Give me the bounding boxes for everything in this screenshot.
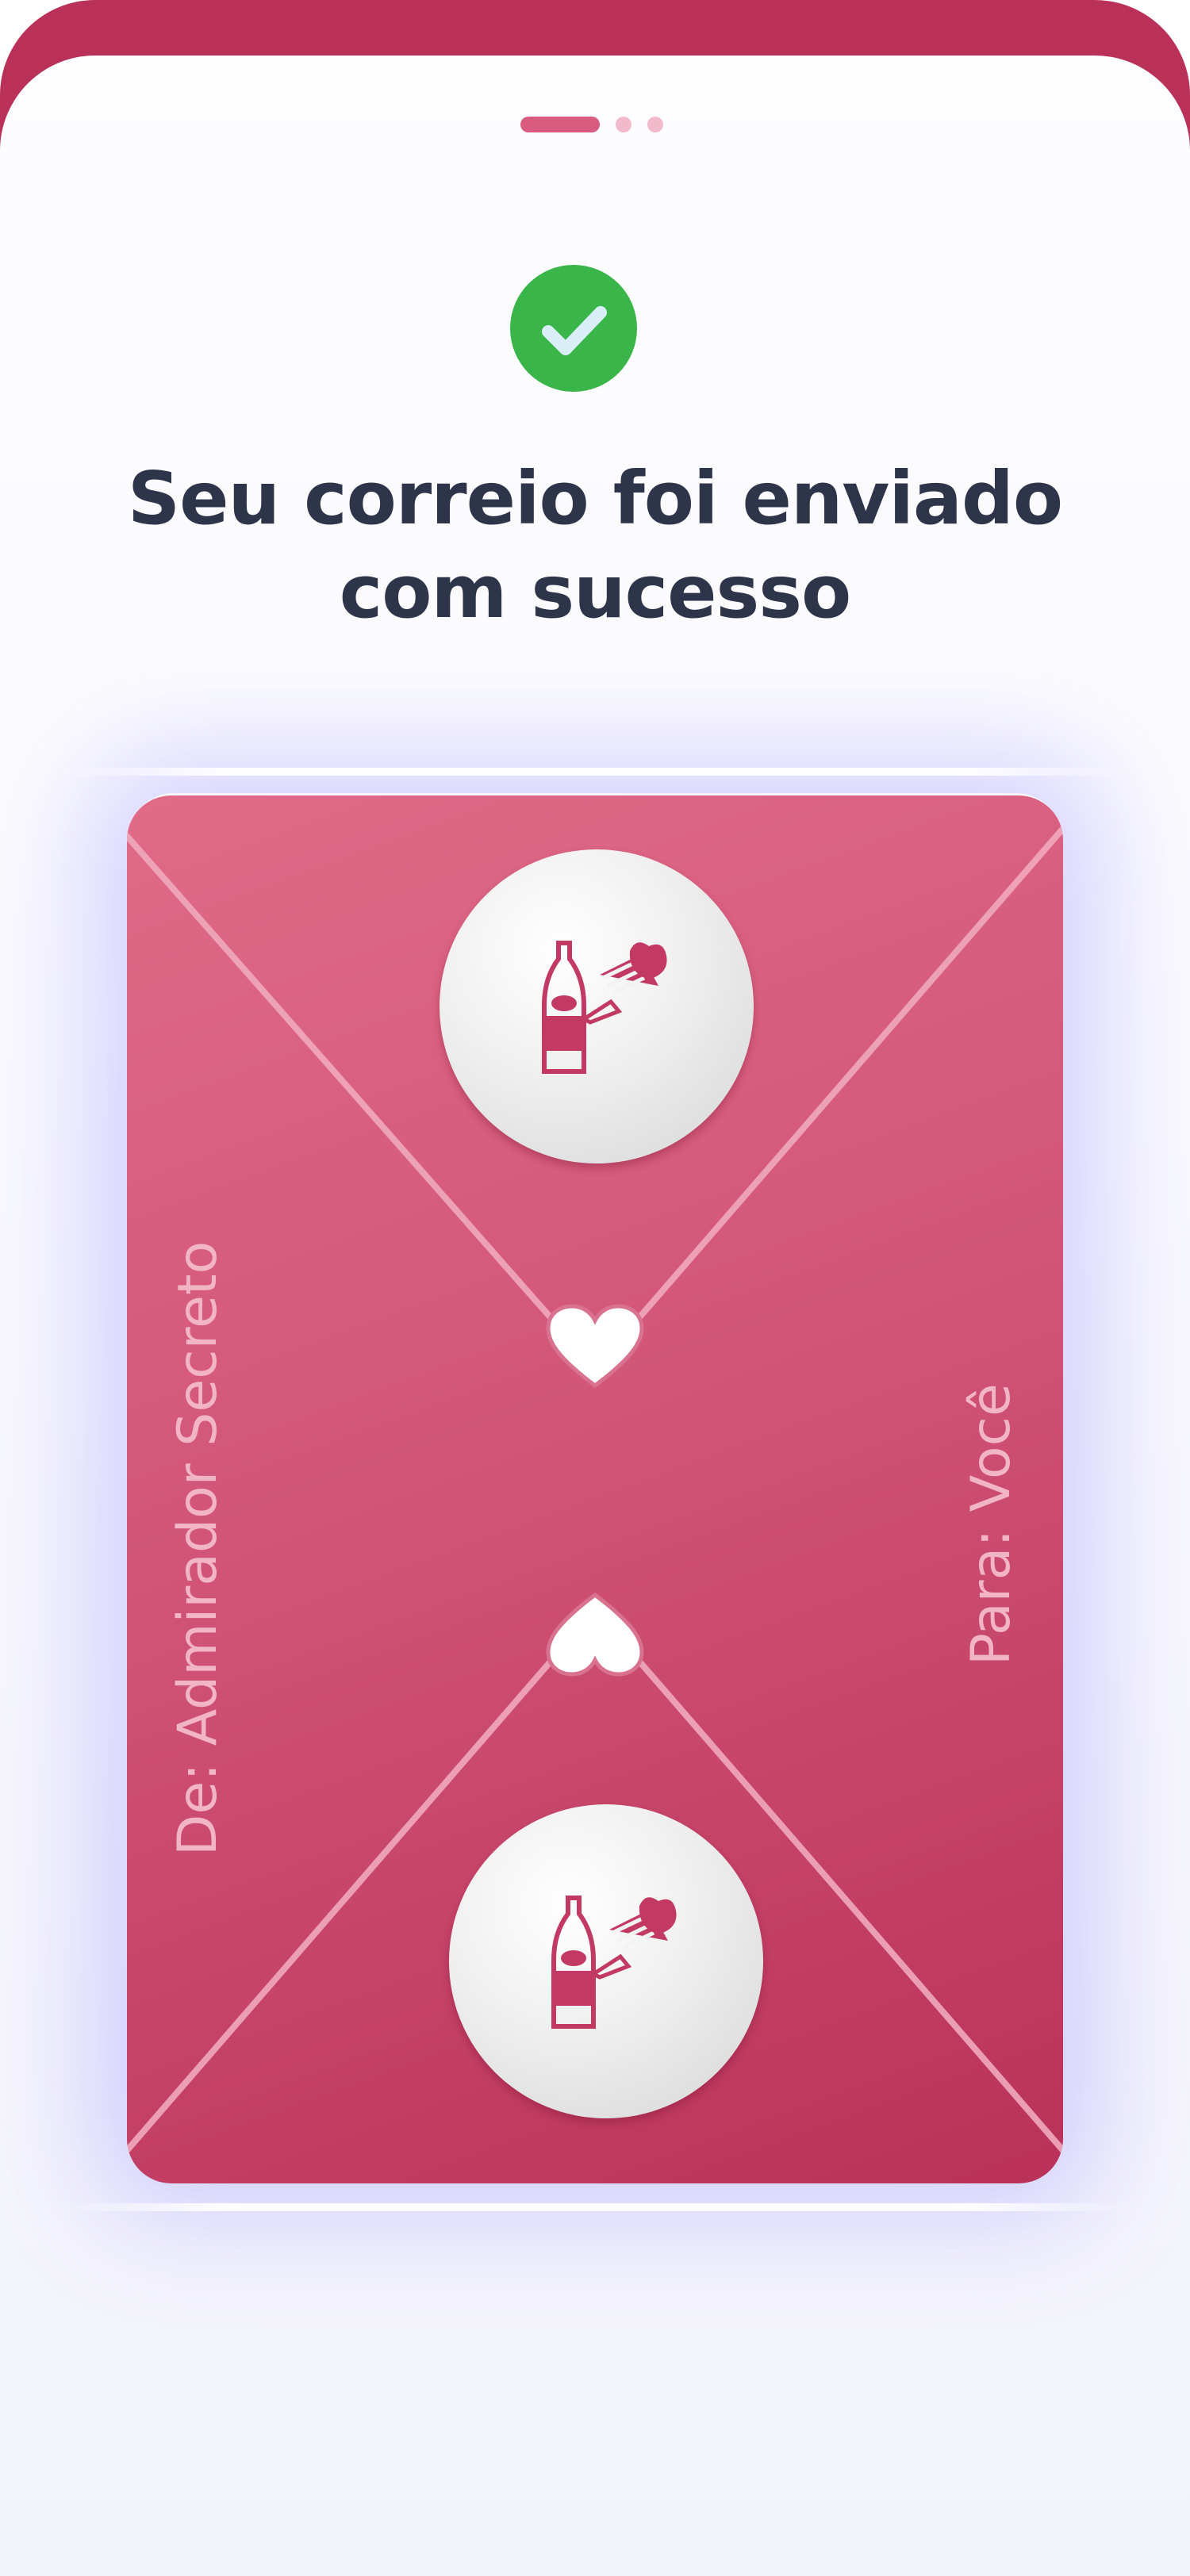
success-title-line2: com sucesso — [339, 550, 852, 634]
envelope-card — [127, 795, 1063, 2183]
champagne-celebration-icon — [551, 1896, 677, 2029]
page-indicator — [0, 117, 1190, 132]
check-circle-icon — [510, 265, 637, 392]
page-dot — [616, 117, 631, 132]
success-title: Seu correio foi enviado com sucesso — [48, 452, 1142, 639]
sparkle-line — [56, 768, 1134, 776]
heart-icon — [546, 1304, 644, 1389]
stamp-bottom — [449, 1804, 763, 2118]
stamp-top — [440, 849, 754, 1163]
champagne-celebration-icon — [542, 941, 667, 1074]
success-title-line1: Seu correio foi enviado — [127, 456, 1063, 541]
page-dot-active — [520, 117, 600, 132]
page-dot — [647, 117, 663, 132]
recipient-label: Para: Você — [960, 1383, 1023, 1666]
heart-icon — [546, 1592, 644, 1677]
sparkle-line — [56, 2203, 1134, 2211]
sender-label: De: Admirador Secreto — [167, 1240, 229, 1856]
